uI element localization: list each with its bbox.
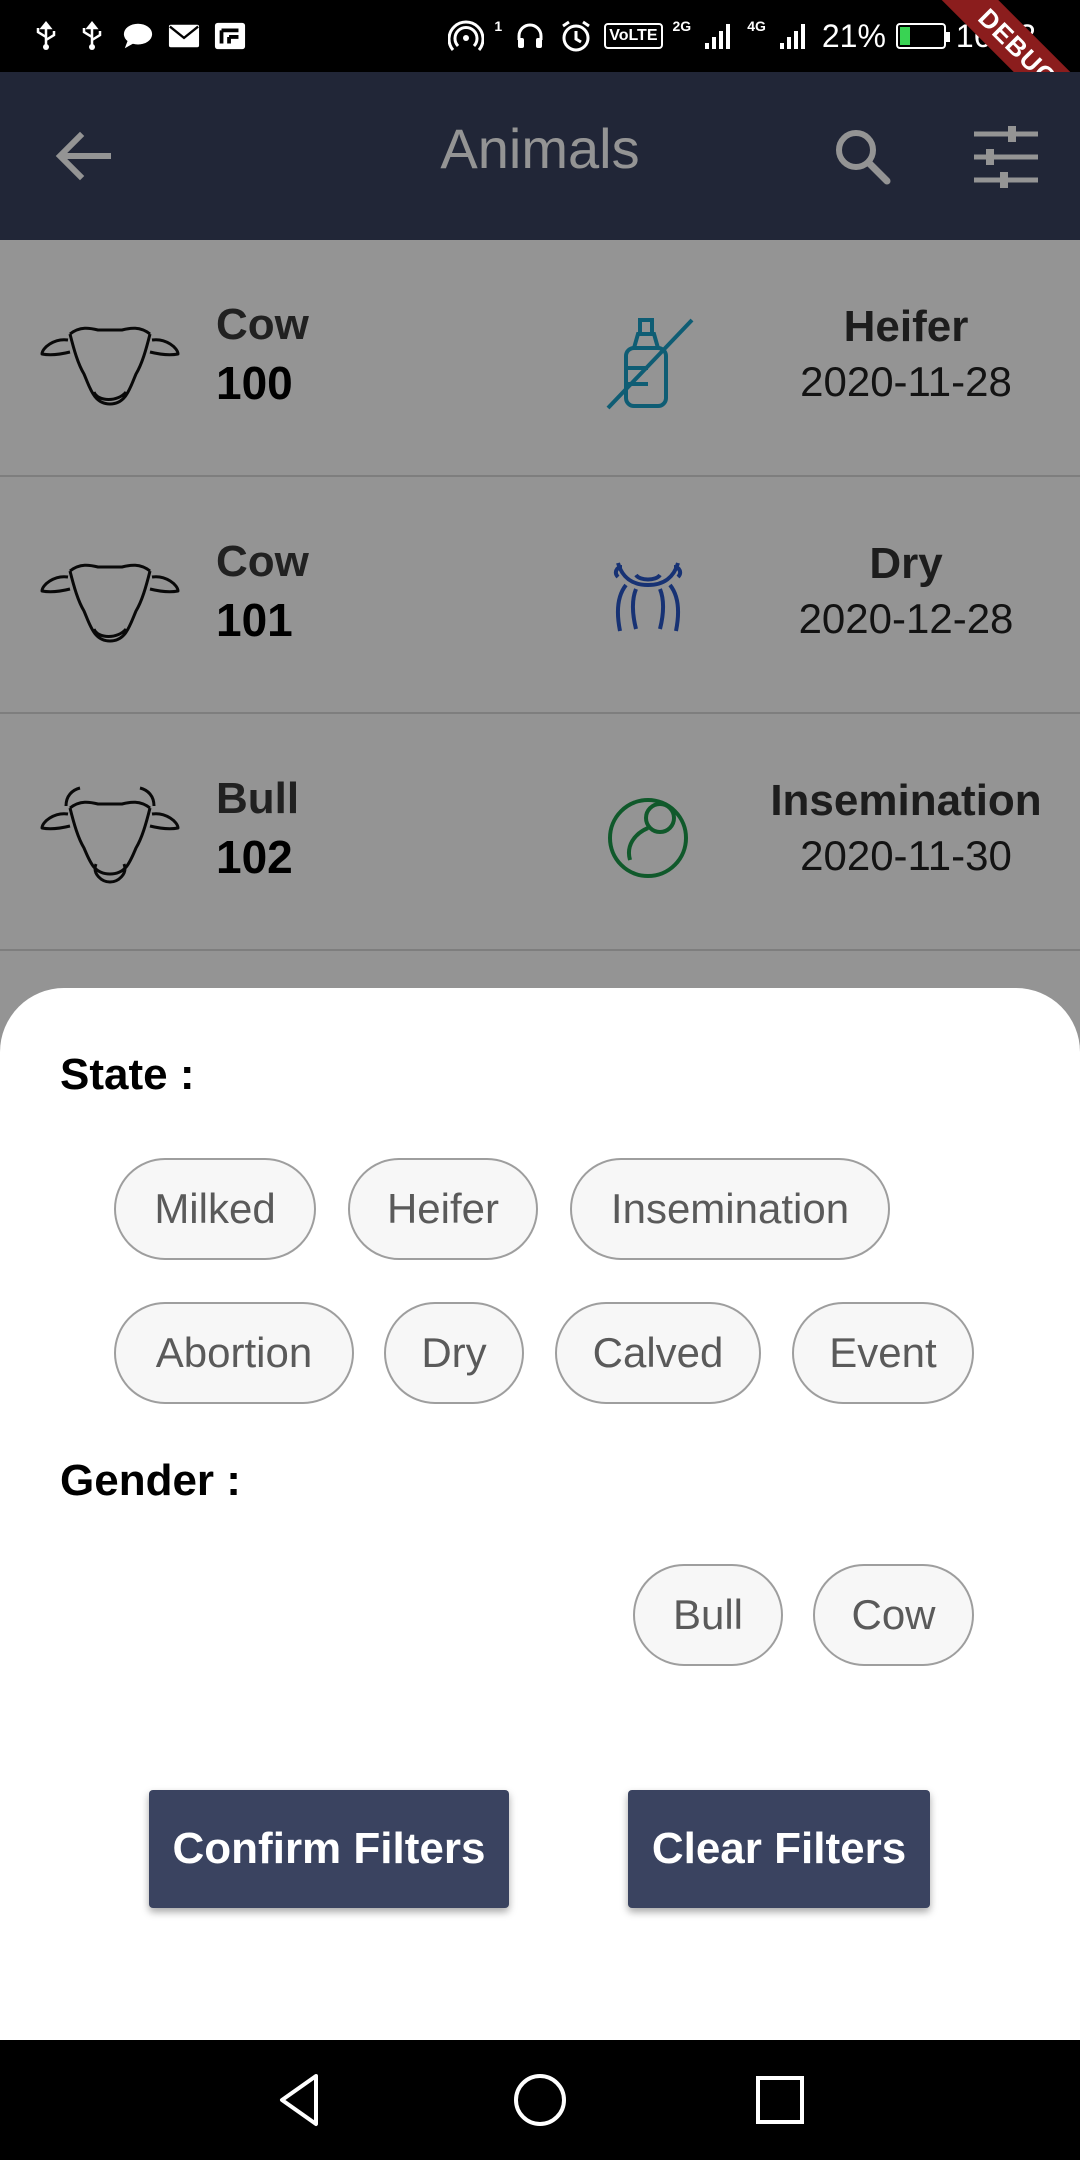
usb-icon: [76, 20, 108, 52]
notification-icons: [30, 0, 246, 72]
system-indicators: 1 VoLTE 2G 4G 21% 16:43: [448, 0, 1036, 72]
chip-dry[interactable]: Dry: [384, 1302, 524, 1404]
recents-square-icon[interactable]: [750, 2070, 810, 2130]
status-bar: 1 VoLTE 2G 4G 21% 16:43 DEBUG: [0, 0, 1080, 72]
gender-section-label: Gender :: [60, 1456, 241, 1505]
clear-filters-button[interactable]: Clear Filters: [628, 1790, 930, 1908]
network-4g: 4G: [747, 18, 766, 34]
hotspot-icon: [448, 18, 485, 54]
chip-heifer[interactable]: Heifer: [348, 1158, 538, 1260]
mail-icon: [168, 20, 200, 52]
alarm-icon: [558, 18, 594, 54]
back-triangle-icon[interactable]: [270, 2070, 330, 2130]
chip-insemination[interactable]: Insemination: [570, 1158, 890, 1260]
headset-icon: [512, 18, 548, 54]
chip-abortion[interactable]: Abortion: [114, 1302, 354, 1404]
battery-icon: [895, 23, 950, 49]
chip-cow[interactable]: Cow: [813, 1564, 974, 1666]
system-nav-bar: [0, 2040, 1080, 2160]
message-icon: [122, 20, 154, 52]
confirm-filters-button[interactable]: Confirm Filters: [149, 1790, 509, 1908]
chip-milked[interactable]: Milked: [114, 1158, 316, 1260]
usb-icon: [30, 20, 62, 52]
signal-icon: [701, 18, 737, 54]
network-2g: 2G: [672, 18, 692, 34]
chip-bull[interactable]: Bull: [633, 1564, 783, 1666]
state-section-label: State :: [60, 1050, 195, 1099]
signal-icon: [776, 18, 812, 54]
chip-calved[interactable]: Calved: [555, 1302, 761, 1404]
volte-badge: VoLTE: [604, 23, 663, 49]
chip-event[interactable]: Event: [792, 1302, 974, 1404]
sim-index: 1: [494, 18, 503, 34]
app-notification-icon: [214, 20, 246, 52]
battery-level: [899, 27, 910, 45]
home-circle-icon[interactable]: [510, 2070, 570, 2130]
battery-percent: 21%: [821, 17, 886, 54]
filter-bottom-sheet: State : Milked Heifer Insemination Abort…: [0, 988, 1080, 2040]
